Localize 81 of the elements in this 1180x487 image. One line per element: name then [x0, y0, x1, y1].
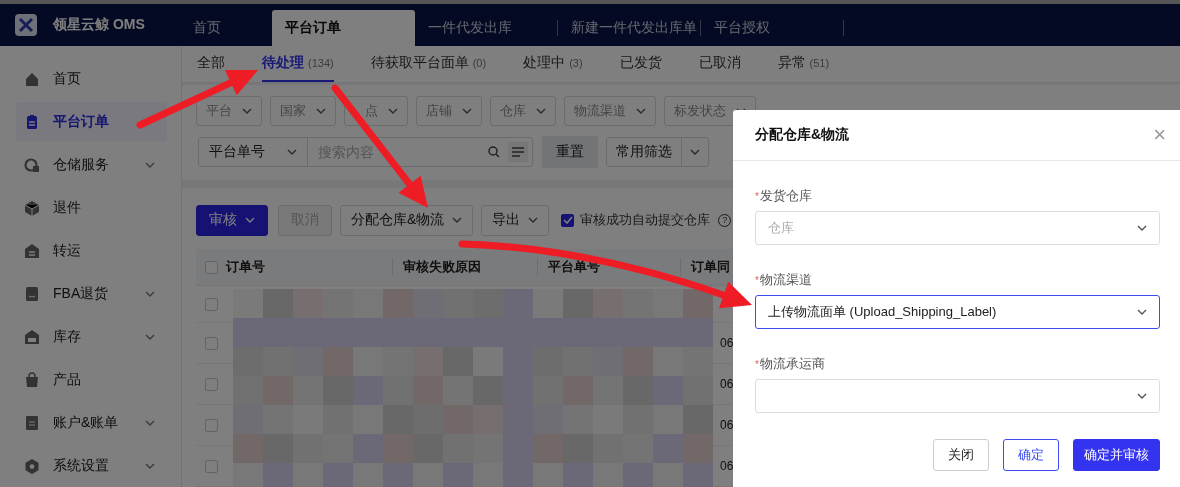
field-label: *物流渠道: [755, 271, 813, 289]
box-icon: [24, 199, 40, 216]
sidebar-item[interactable]: FBA退货: [16, 274, 167, 313]
settings-icon: [24, 457, 40, 474]
chevron-down-icon: [316, 108, 326, 114]
filter-dropdown[interactable]: 店铺: [416, 96, 482, 126]
column-header: 订单同: [680, 258, 730, 276]
building-icon: [24, 242, 40, 259]
close-button[interactable]: 关闭: [933, 439, 989, 471]
status-tab[interactable]: 全部: [197, 46, 225, 82]
select-field[interactable]: 上传物流面单 (Upload_Shipping_Label): [755, 295, 1160, 329]
sidebar-item[interactable]: 系统设置: [16, 446, 167, 485]
filter-dropdown[interactable]: 平台: [196, 96, 262, 126]
package-icon: [24, 285, 40, 302]
filter-dropdown[interactable]: 仓库: [490, 96, 556, 126]
status-tab[interactable]: 异常 (51): [777, 46, 830, 82]
sidebar-item[interactable]: 产品: [16, 360, 167, 399]
sidebar-item[interactable]: 退件: [16, 188, 167, 227]
toolbar-button[interactable]: 导出: [481, 204, 550, 236]
filter-dropdown[interactable]: 国家: [270, 96, 336, 126]
status-tab[interactable]: 待获取平台面单 (0): [370, 46, 487, 82]
status-tab[interactable]: 待处理 (134): [262, 46, 334, 82]
confirm-button[interactable]: 确定: [1003, 439, 1059, 471]
chevron-down-icon: [1137, 225, 1147, 231]
column-header: 订单号: [226, 258, 266, 276]
chevron-down-icon: [242, 108, 252, 114]
chevron-down-icon: [690, 149, 700, 155]
house-icon: [24, 70, 40, 87]
logo-icon: [15, 14, 37, 36]
field-label: *发货仓库: [755, 187, 813, 205]
close-icon[interactable]: ×: [1153, 124, 1166, 146]
top-tab[interactable]: 平台授权: [701, 20, 844, 36]
column-header: 审核失败原因: [392, 258, 537, 276]
chevron-down-icon: [388, 108, 398, 114]
list-icon: [512, 147, 524, 157]
table-cell: 06: [720, 459, 734, 473]
table-cell: 06: [720, 336, 734, 350]
required-mark: *: [755, 191, 759, 202]
status-tab[interactable]: 处理中 (3): [523, 46, 583, 82]
building-icon: [24, 328, 40, 345]
field-label: *物流承运商: [755, 355, 826, 373]
sidebar-item[interactable]: 库存: [16, 317, 167, 356]
sidebar-item[interactable]: 转运: [16, 231, 167, 270]
clipboard-icon: [24, 113, 40, 130]
top-tab[interactable]: 平台订单: [272, 10, 415, 46]
required-mark: *: [755, 359, 759, 370]
sidebar-item[interactable]: 仓储服务: [16, 145, 167, 184]
table-cell: 06: [720, 418, 734, 432]
chevron-down-icon: [636, 108, 646, 114]
filter-dropdown[interactable]: 点: [344, 96, 408, 126]
chevron-down-icon: [536, 108, 546, 114]
sidebar-item[interactable]: 账户&账单: [16, 403, 167, 442]
select-field[interactable]: 仓库: [755, 211, 1160, 245]
review-button[interactable]: 审核: [196, 204, 268, 236]
top-tab[interactable]: 首页: [180, 10, 272, 46]
sidebar-item[interactable]: 首页: [16, 59, 167, 98]
required-mark: *: [755, 275, 759, 286]
warehouse-icon: [24, 156, 40, 173]
confirm-button[interactable]: 确定并审核: [1073, 439, 1160, 471]
toolbar-button[interactable]: 分配仓库&物流: [340, 204, 474, 236]
chevron-down-icon: [287, 149, 297, 155]
dialog-title: 分配仓库&物流: [755, 126, 850, 144]
sidebar-item[interactable]: 平台订单: [16, 102, 167, 141]
select-field[interactable]: [755, 379, 1160, 413]
checkbox[interactable]: [561, 213, 575, 227]
top-tab[interactable]: 一件代发出库: [415, 20, 558, 36]
saved-filters-button[interactable]: 常用筛选: [606, 137, 709, 167]
chevron-down-icon: [462, 108, 472, 114]
bag-icon: [24, 371, 40, 388]
search-icon: [488, 146, 500, 158]
filter-dropdown[interactable]: 物流渠道: [564, 96, 656, 126]
reset-button[interactable]: 重置: [542, 136, 598, 168]
top-tab[interactable]: 新建一件代发出库单: [558, 20, 701, 36]
app-name: 领星云鲸 OMS: [53, 16, 146, 34]
chevron-down-icon: [1137, 393, 1147, 399]
receipt-icon: [24, 414, 40, 431]
table-cell: 06: [720, 377, 734, 391]
chevron-down-icon: [1137, 309, 1147, 315]
status-tab[interactable]: 已取消: [698, 46, 741, 82]
checkbox-label: 审核成功自动提交仓库: [580, 211, 711, 229]
status-tab[interactable]: 已发货: [619, 46, 662, 82]
